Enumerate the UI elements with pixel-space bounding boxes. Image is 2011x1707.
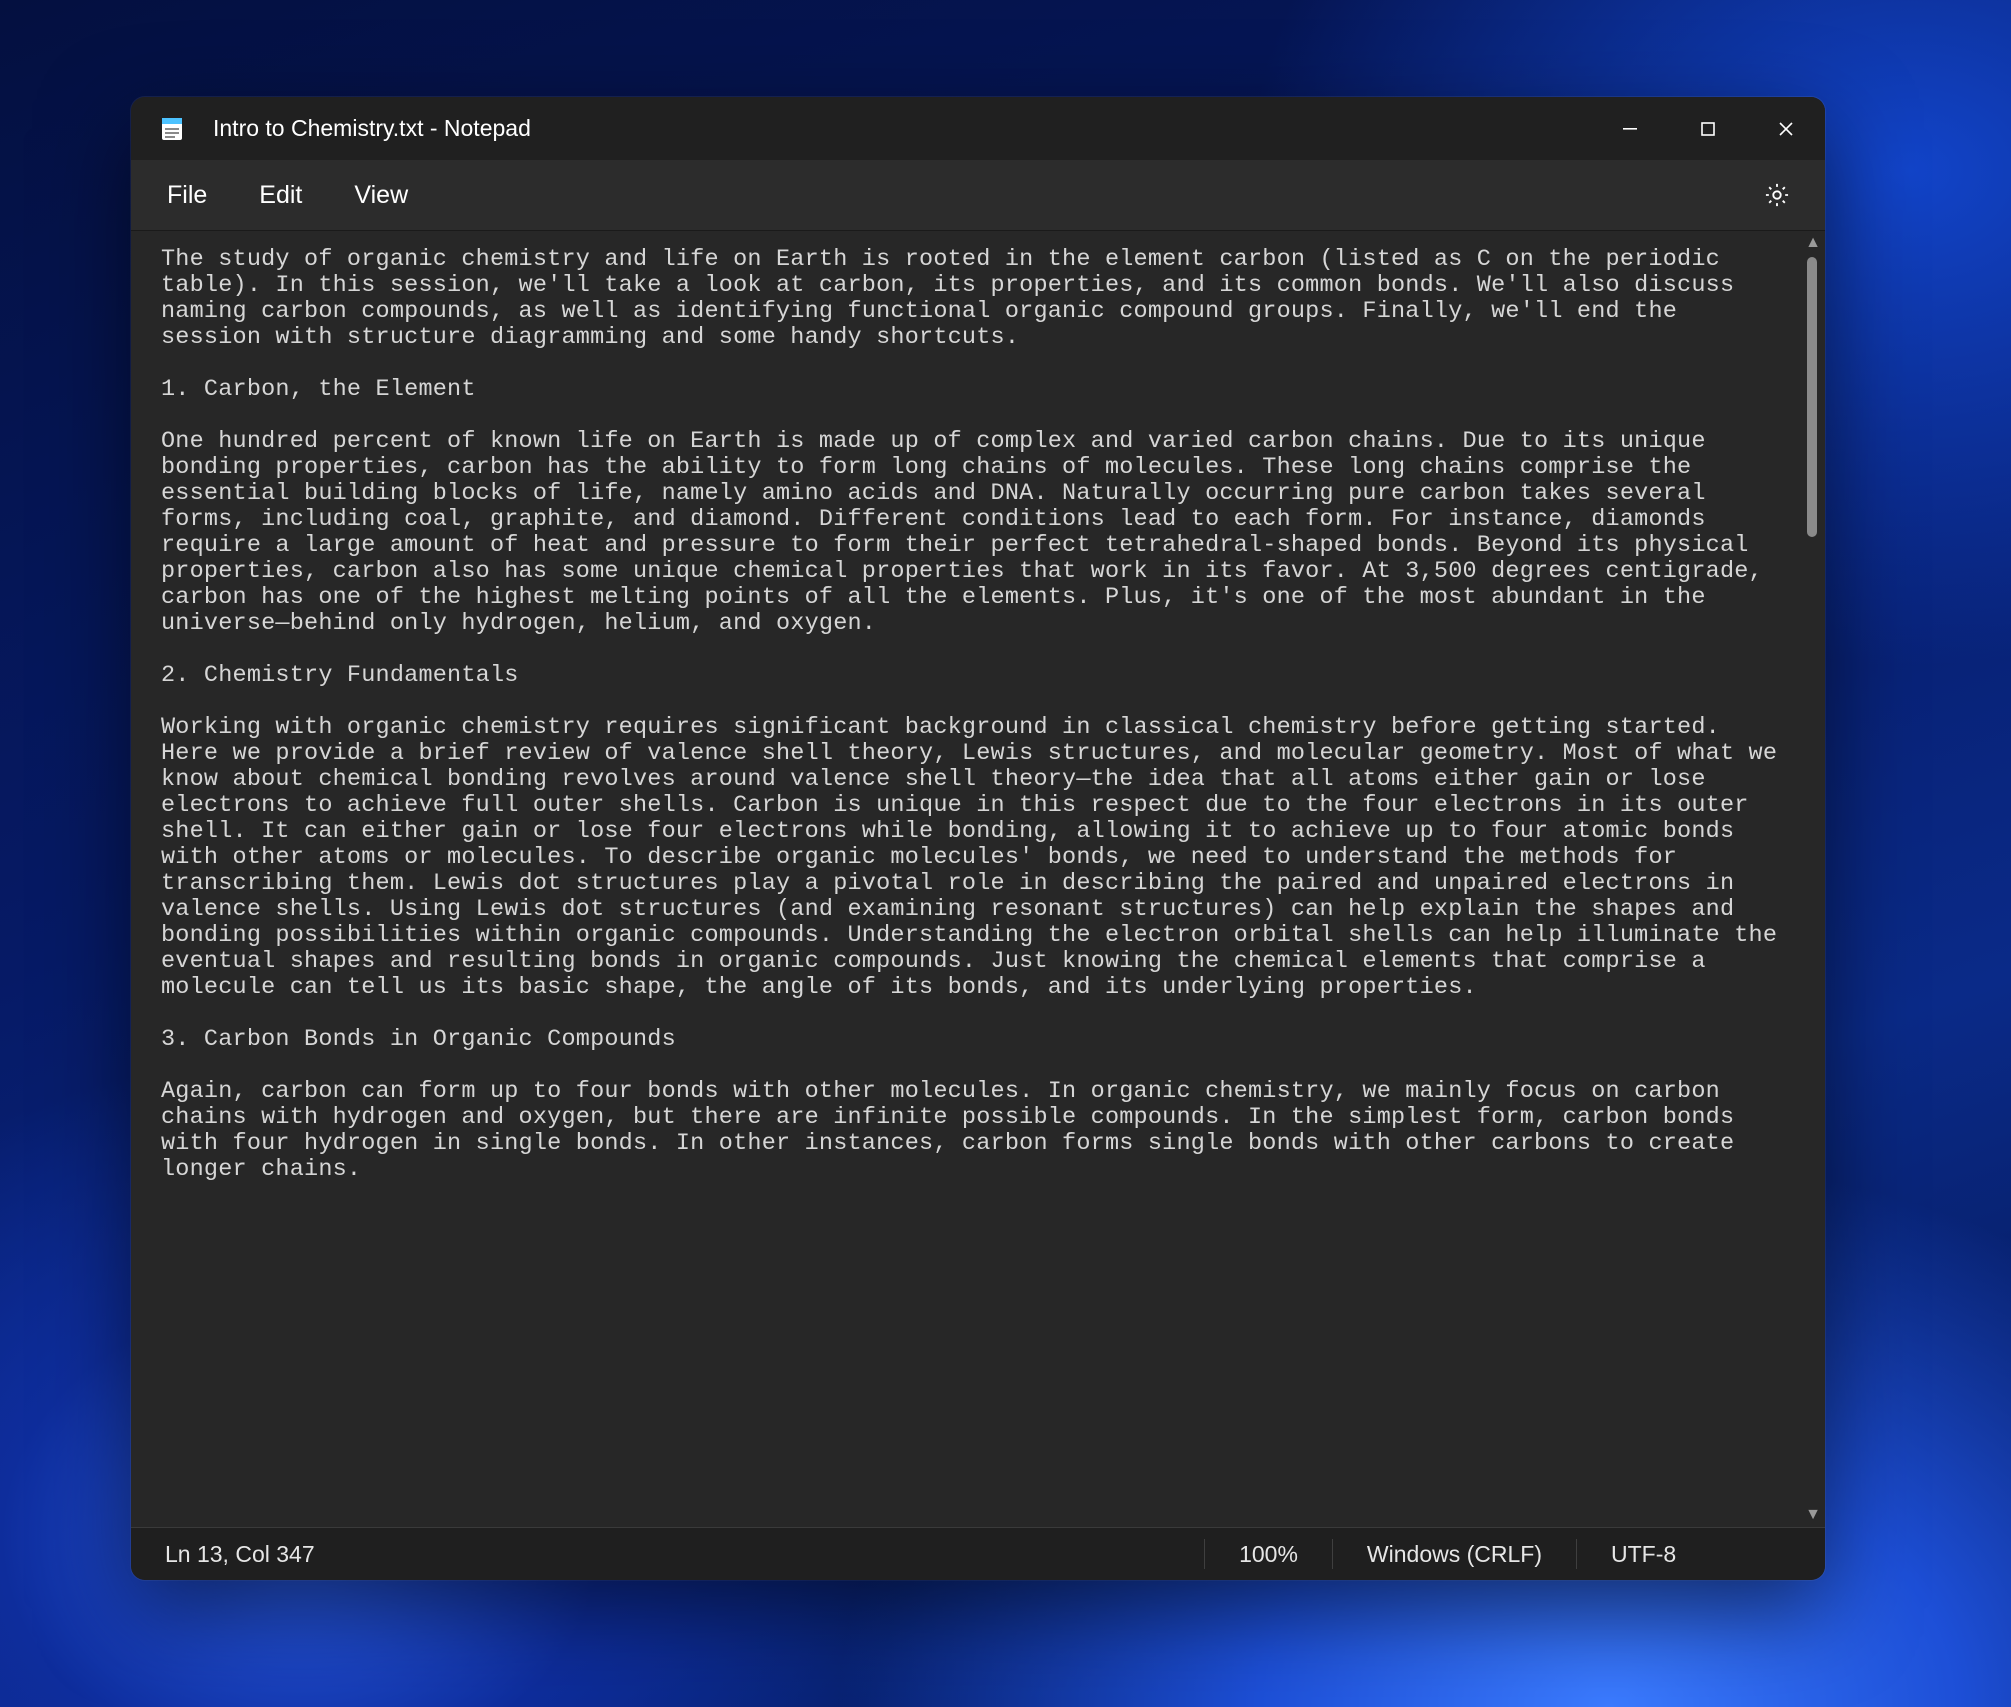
vertical-scrollbar[interactable]: ▲ ▼	[1801, 231, 1825, 1527]
menu-file[interactable]: File	[141, 171, 233, 220]
status-zoom[interactable]: 100%	[1205, 1539, 1332, 1569]
statusbar: Ln 13, Col 347 100% Windows (CRLF) UTF-8	[131, 1527, 1825, 1580]
gear-icon	[1763, 181, 1791, 209]
status-cursor-position: Ln 13, Col 347	[131, 1539, 349, 1569]
maximize-icon	[1700, 121, 1716, 137]
notepad-window: Intro to Chemistry.txt - Notepad File Ed…	[131, 97, 1825, 1580]
minimize-button[interactable]	[1591, 97, 1669, 160]
menu-edit[interactable]: Edit	[233, 171, 328, 220]
status-encoding[interactable]: UTF-8	[1577, 1539, 1825, 1569]
window-title: Intro to Chemistry.txt - Notepad	[213, 115, 531, 142]
status-line-endings[interactable]: Windows (CRLF)	[1333, 1539, 1576, 1569]
editor-area: The study of organic chemistry and life …	[131, 231, 1825, 1527]
text-editor[interactable]: The study of organic chemistry and life …	[131, 231, 1801, 1527]
minimize-icon	[1622, 121, 1638, 137]
scrollbar-thumb[interactable]	[1807, 257, 1817, 537]
scroll-up-arrow[interactable]: ▲	[1801, 231, 1825, 255]
close-icon	[1778, 121, 1794, 137]
menubar: File Edit View	[131, 160, 1825, 231]
scroll-down-arrow[interactable]: ▼	[1801, 1503, 1825, 1527]
settings-button[interactable]	[1749, 167, 1805, 223]
menu-view[interactable]: View	[328, 171, 434, 220]
titlebar[interactable]: Intro to Chemistry.txt - Notepad	[131, 97, 1825, 160]
close-button[interactable]	[1747, 97, 1825, 160]
maximize-button[interactable]	[1669, 97, 1747, 160]
notepad-icon	[159, 116, 185, 142]
